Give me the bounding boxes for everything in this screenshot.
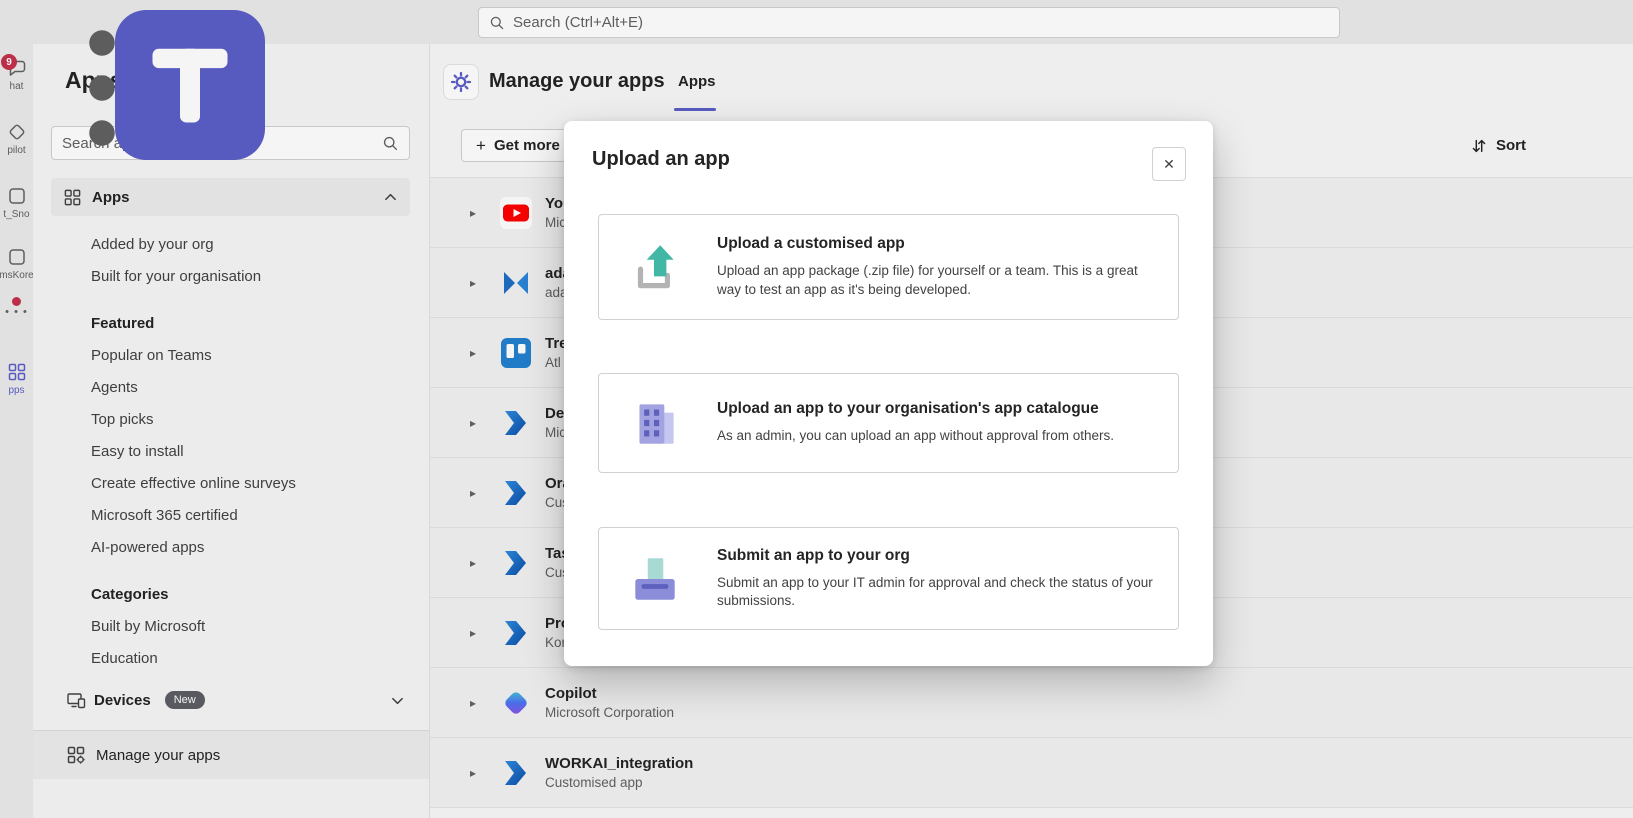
dialog-title: Upload an app [592, 148, 730, 171]
card-description: Submit an app to your IT admin for appro… [717, 574, 1154, 610]
upload-custom-app-card[interactable]: Upload a customised app Upload an app pa… [598, 214, 1179, 320]
card-description: Upload an app package (.zip file) for yo… [717, 262, 1154, 298]
close-button[interactable]: ✕ [1152, 147, 1186, 181]
upload-app-dialog: Upload an app ✕ Upload a customised app … [564, 121, 1213, 666]
close-icon: ✕ [1163, 156, 1175, 173]
upload-to-catalogue-card[interactable]: Upload an app to your organisation's app… [598, 373, 1179, 473]
card-title: Upload an app to your organisation's app… [717, 400, 1154, 418]
submit-to-org-card[interactable]: Submit an app to your org Submit an app … [598, 527, 1179, 630]
building-icon [619, 394, 691, 452]
submit-inbox-icon [619, 550, 691, 608]
upload-arrow-icon [619, 238, 691, 296]
card-title: Upload a customised app [717, 235, 1154, 253]
card-title: Submit an app to your org [717, 547, 1154, 565]
card-description: As an admin, you can upload an app witho… [717, 427, 1154, 445]
